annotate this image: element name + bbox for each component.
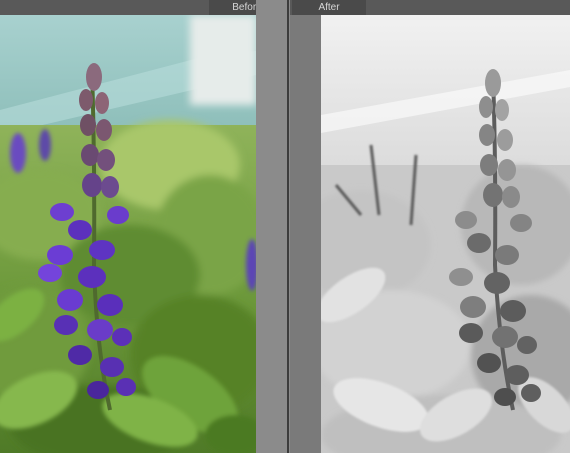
before-photo	[0, 15, 256, 453]
after-label: After	[292, 0, 366, 15]
split-divider[interactable]	[256, 0, 290, 453]
after-photo-pane	[321, 15, 570, 453]
after-photo	[321, 15, 570, 453]
split-divider-line	[287, 0, 289, 453]
before-photo-pane	[0, 15, 256, 453]
